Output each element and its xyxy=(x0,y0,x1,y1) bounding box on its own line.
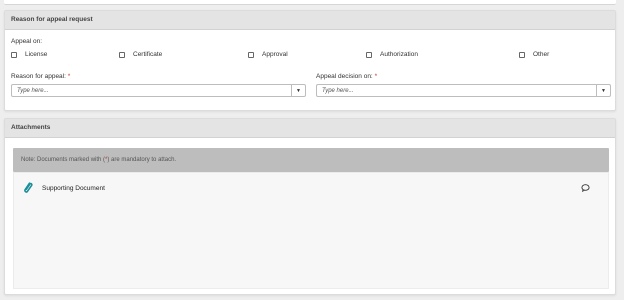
reason-for-appeal-label: Reason for appeal: * xyxy=(11,73,70,80)
checkbox-license[interactable]: License xyxy=(11,51,47,58)
attachments-panel: Attachments Note: Documents marked with … xyxy=(4,118,616,295)
checkbox-approval[interactable]: Approval xyxy=(248,51,288,58)
appeal-decision-label: Appeal decision on: * xyxy=(316,73,377,80)
select-placeholder: Type here... xyxy=(17,87,49,94)
chevron-down-icon[interactable]: ▼ xyxy=(291,85,305,96)
label-text: Appeal decision on: xyxy=(316,73,373,80)
list-item: Supporting Document xyxy=(14,181,608,197)
checkbox-label: Authorization xyxy=(380,51,418,58)
select-placeholder: Type here... xyxy=(322,87,354,94)
previous-panel-edge xyxy=(4,0,616,5)
checkbox-label: Certificate xyxy=(133,51,163,58)
documents-list: Supporting Document xyxy=(13,172,609,289)
checkbox-box[interactable] xyxy=(119,51,125,58)
required-mark: * xyxy=(67,73,71,80)
checkbox-label: Approval xyxy=(262,51,288,58)
label-text: Reason for appeal: xyxy=(11,73,66,80)
chevron-down-icon[interactable]: ▼ xyxy=(596,85,610,96)
appeal-decision-select[interactable]: Type here... ▼ xyxy=(316,84,611,97)
checkbox-label: Other xyxy=(533,51,550,58)
panel-header: Reason for appeal request xyxy=(5,11,615,30)
panel-header: Attachments xyxy=(5,119,615,138)
checkbox-other[interactable]: Other xyxy=(519,51,549,58)
appeal-on-label: Appeal on: xyxy=(11,38,43,45)
reason-for-appeal-select[interactable]: Type here... ▼ xyxy=(11,84,306,97)
required-mark: * xyxy=(374,73,378,80)
checkbox-box[interactable] xyxy=(519,51,525,58)
comment-icon[interactable] xyxy=(581,184,590,192)
document-name[interactable]: Supporting Document xyxy=(42,185,105,192)
mandatory-note: Note: Documents marked with (*) are mand… xyxy=(13,148,609,172)
note-text: Note: Documents marked with ( xyxy=(21,157,106,163)
checkbox-label: License xyxy=(25,51,48,58)
checkbox-box[interactable] xyxy=(366,51,372,58)
checkbox-certificate[interactable]: Certificate xyxy=(119,51,162,58)
checkbox-box[interactable] xyxy=(248,51,254,58)
note-text: ) are mandatory to attach. xyxy=(107,157,177,163)
reason-for-appeal-panel: Reason for appeal request Appeal on: Lic… xyxy=(4,10,616,111)
checkbox-box[interactable] xyxy=(11,51,17,58)
checkbox-authorization[interactable]: Authorization xyxy=(366,51,418,58)
paperclip-icon[interactable] xyxy=(22,181,34,195)
